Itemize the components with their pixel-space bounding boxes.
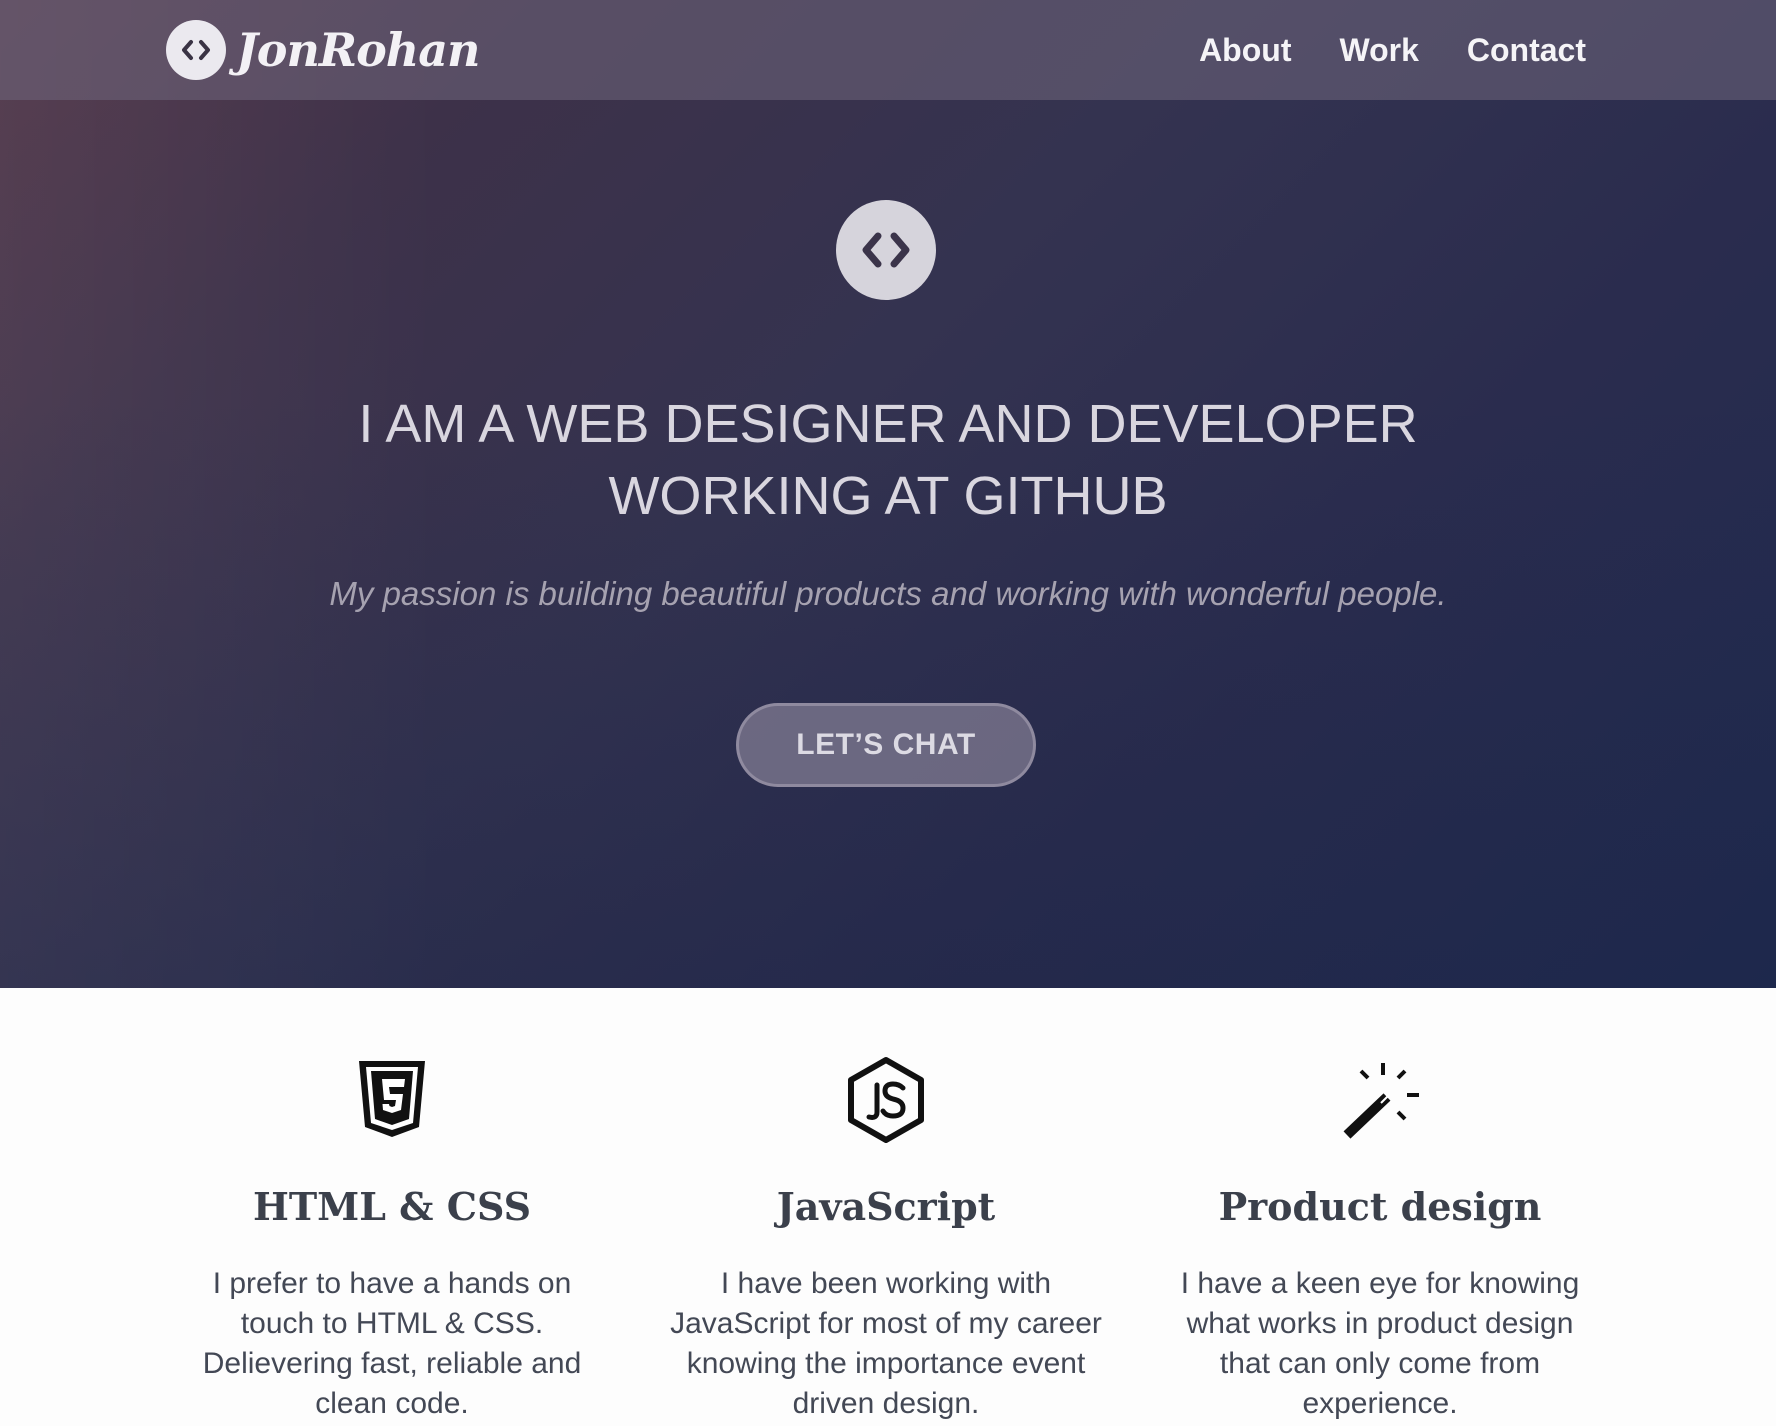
- magic-wand-icon: [1335, 1055, 1425, 1145]
- hero-tagline: My passion is building beautiful product…: [329, 575, 1447, 612]
- lets-chat-button[interactable]: LET’S CHAT: [736, 703, 1036, 787]
- code-brackets-icon: [836, 200, 936, 300]
- skill-description: I have a keen eye for knowing what works…: [1180, 1267, 1580, 1420]
- nav-link-work[interactable]: Work: [1339, 32, 1418, 69]
- logo-link[interactable]: JonRohan: [166, 20, 480, 80]
- hero-headline: I AM A WEB DESIGNER AND DEVELOPER WORKIN…: [188, 388, 1588, 532]
- skill-title: JavaScript: [776, 1184, 996, 1229]
- html5-icon: [347, 1055, 437, 1145]
- nav-link-contact[interactable]: Contact: [1467, 32, 1586, 69]
- hero-headline-line2: WORKING AT GITHUB: [608, 466, 1168, 526]
- hero-headline-line1: I AM A WEB DESIGNER AND DEVELOPER: [358, 394, 1418, 454]
- hero-section: JonRohan About Work Contact I AM A WEB D…: [0, 0, 1776, 988]
- top-navbar: JonRohan About Work Contact: [0, 0, 1776, 100]
- skills-section: HTML & CSS I prefer to have a hands on t…: [0, 988, 1776, 1426]
- logo-text: JonRohan: [236, 23, 480, 77]
- nav-link-about[interactable]: About: [1199, 32, 1291, 69]
- skill-description: I prefer to have a hands on touch to HTM…: [202, 1267, 582, 1420]
- nodejs-icon: [841, 1055, 931, 1145]
- skill-title: HTML & CSS: [252, 1184, 532, 1229]
- skill-description: I have been working with JavaScript for …: [670, 1267, 1102, 1420]
- skill-title: Product design: [1218, 1184, 1542, 1229]
- nav-links: About Work Contact: [1151, 0, 1586, 100]
- code-brackets-icon: [166, 20, 226, 80]
